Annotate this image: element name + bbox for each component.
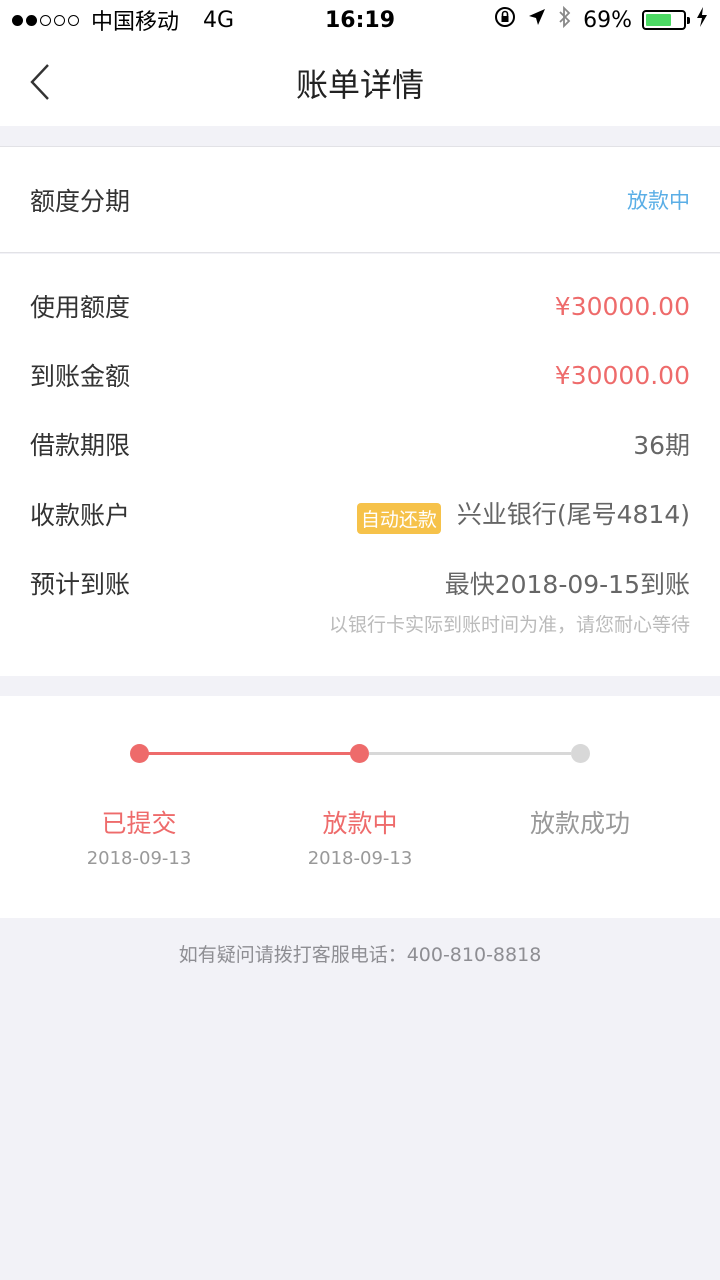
location-icon [527,7,547,33]
detail-value: 兴业银行(尾号4814) [456,499,690,529]
detail-label: 到账金额 [30,362,131,391]
carrier-name: 中国移动 [91,10,180,35]
chevron-left-icon [30,64,49,100]
detail-row-credit-used: 使用额度 ¥30000.00 [30,286,690,326]
detail-label: 使用额度 [30,293,131,322]
progress-line-done [148,752,360,755]
detail-row-loan-term: 借款期限 36期 [30,424,690,464]
bill-details: 使用额度 ¥30000.00 到账金额 ¥30000.00 借款期限 36期 收… [0,254,720,676]
page-title: 账单详情 [295,66,424,104]
detail-label: 预计到账 [30,570,131,599]
step-date-disbursing: 2018-09-13 [307,848,413,869]
detail-label: 收款账户 [30,501,131,530]
auto-repay-badge: 自动还款 [356,502,441,534]
bill-type-label: 额度分期 [30,187,131,216]
rotation-lock-icon [493,5,517,35]
step-dot-disbursing [350,744,369,763]
detail-value: 36期 [633,431,690,460]
battery-icon [642,10,690,30]
detail-row-received-amount: 到账金额 ¥30000.00 [30,355,690,395]
progress-tracker: 已提交 放款中 放款成功 2018-09-13 2018-09-13 [0,696,720,918]
step-date-submitted: 2018-09-13 [86,848,192,869]
customer-service-hotline[interactable]: 如有疑问请拨打客服电话：400-810-8818 [0,940,720,967]
account-value-group: 自动还款 兴业银行(尾号4814) [356,495,690,534]
charging-icon [696,6,708,34]
detail-value: ¥30000.00 [554,291,690,321]
step-label-submitted: 已提交 [101,809,177,838]
status-right: 69% [493,5,708,35]
status-badge: 放款中 [627,189,690,213]
battery-level [646,14,671,26]
detail-row-receiving-account: 收款账户 自动还款 兴业银行(尾号4814) [30,494,690,534]
step-dot-submitted [130,744,149,763]
signal-icon [12,14,79,26]
network-type: 4G [203,7,235,33]
detail-label: 借款期限 [30,431,131,460]
detail-value: 最快2018-09-15到账 [444,570,690,599]
detail-value: ¥30000.00 [554,360,690,390]
status-left: 中国移动 4G [12,4,234,36]
nav-bar: 账单详情 [0,40,720,126]
progress-line-pending [369,752,571,755]
status-bar: 中国移动 4G 16:19 69% [0,0,720,40]
back-button[interactable] [18,60,62,104]
bluetooth-icon [557,5,573,35]
step-label-disbursing: 放款中 [322,809,398,838]
arrival-note: 以银行卡实际到账时间为准，请您耐心等待 [328,614,690,636]
battery-percent: 69% [583,7,632,33]
step-label-success: 放款成功 [529,809,630,838]
step-dot-success [571,744,590,763]
detail-row-expected-arrival: 预计到账 最快2018-09-15到账 [30,563,690,603]
bill-type-section: 额度分期 放款中 [0,146,720,253]
